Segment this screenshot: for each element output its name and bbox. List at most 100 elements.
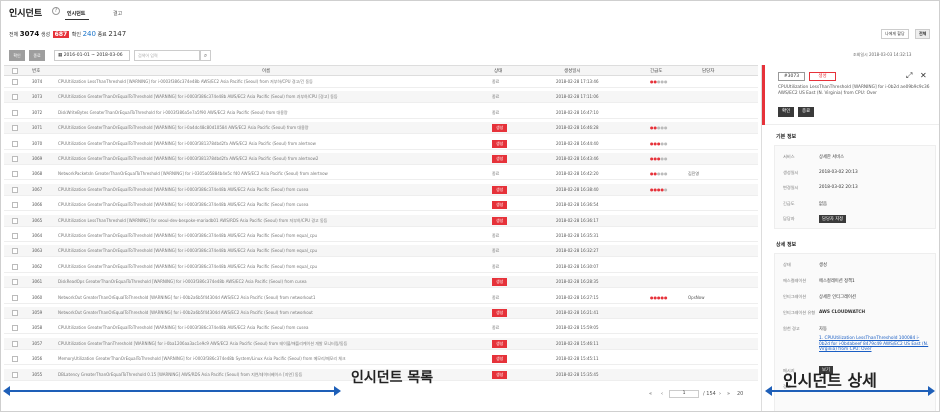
first-page-button[interactable]: « — [649, 391, 652, 397]
row-status: 생성 — [492, 185, 508, 194]
row-name[interactable]: DiskWriteBytes GreaterThanOrEqualToThres… — [58, 110, 458, 116]
row-name[interactable]: CPUUtilization GreaterThanOrEqualToThres… — [58, 202, 458, 207]
table-row[interactable]: 3059 NetworkOut GreaterThanOrEqualToThres… — [4, 307, 758, 319]
page-size-select[interactable]: 20 — [737, 391, 743, 397]
row-checkbox[interactable] — [12, 156, 18, 162]
list-annotation: 인시던트 목록 — [351, 370, 434, 386]
close-button[interactable]: 종료 — [29, 50, 45, 61]
row-name[interactable]: CPUUtilization GreaterThanOrEqualToThres… — [58, 264, 458, 269]
close-icon[interactable]: ✕ — [920, 71, 927, 80]
table-row[interactable]: 3067 CPUUtilization GreaterThanOrEqualToT… — [4, 183, 758, 196]
table-row[interactable]: 3065 CPUUtilization LessThanThreshold [WA… — [4, 214, 758, 227]
col-urgency[interactable]: 긴급도 — [650, 68, 662, 74]
page-input[interactable]: 1 — [669, 390, 699, 398]
row-name[interactable]: DiskReadOps GreaterThanOrEqualToThreshol… — [58, 279, 458, 284]
last-page-button[interactable]: » — [727, 391, 730, 397]
table-row[interactable]: 3062 CPUUtilization GreaterThanOrEqualToT… — [4, 261, 758, 273]
row-no: 3070 — [32, 140, 43, 146]
detail-ack-button[interactable]: 확인 — [778, 107, 795, 117]
date-range-picker[interactable]: ▦ 2016-01-01 ~ 2018-03-06 — [54, 50, 130, 61]
row-checkbox[interactable] — [12, 279, 18, 286]
select-all-checkbox[interactable] — [12, 68, 18, 74]
mine-toggle[interactable]: 나에게 할당 — [881, 29, 909, 39]
row-checkbox[interactable] — [12, 371, 18, 378]
table-row[interactable]: 3074 CPUUtilization LessThanThreshold [WA… — [4, 76, 758, 88]
row-created: 2018-02-28 16:42:20 — [556, 171, 599, 177]
row-checkbox[interactable] — [12, 140, 18, 147]
table-row[interactable]: 3068 NetworkPacketsIn GreaterThanOrEqualT… — [4, 168, 758, 181]
assign-button[interactable]: 담당자 지정 — [819, 215, 847, 223]
table-row[interactable]: 3069 CPUUtilization GreaterThanOrEqualToT… — [4, 153, 758, 165]
row-created: 2018-02-28 16:36:17 — [556, 217, 599, 223]
table-row[interactable]: 3064 CPUUtilization GreaterThanOrEqualToT… — [4, 230, 758, 242]
search-icon[interactable]: ⌕ — [200, 50, 211, 61]
table-row[interactable]: 3073 CPUUtilization GreaterThanOrEqualToT… — [4, 91, 758, 104]
table-row[interactable]: 3058 CPUUtilization GreaterThanOrEqualToT… — [4, 322, 758, 335]
row-name[interactable]: CPUUtilization GreaterThanOrEqualToThres… — [58, 94, 458, 100]
row-checkbox[interactable] — [12, 248, 18, 255]
basic-key: 변경일시 — [783, 185, 799, 190]
row-name[interactable]: CPUUtilization LessThanThreshold [WARNIN… — [58, 218, 458, 224]
urgency-dots: ●●●●● — [650, 294, 668, 300]
row-name[interactable]: CPUUtilization GreaterThanOrEqualToThres… — [58, 187, 458, 192]
row-name[interactable]: CPUUtilization GreaterThanOrEqualToThres… — [58, 248, 458, 253]
row-name[interactable]: CPUUtilization GreaterThanOrEqualToThres… — [58, 325, 458, 330]
table-row[interactable]: 3061 DiskReadOps GreaterThanOrEqualToThre… — [4, 276, 758, 289]
col-name[interactable]: 이름 — [262, 68, 270, 74]
search-input[interactable]: 검색어 입력 — [134, 50, 200, 61]
row-checkbox[interactable] — [12, 233, 18, 239]
row-checkbox[interactable] — [12, 109, 18, 116]
row-checkbox[interactable] — [12, 125, 18, 132]
tab-incidents[interactable]: 인시던트 — [67, 10, 85, 17]
row-name[interactable]: CPUUtilization GreaterThanOrEqualToThres… — [58, 233, 458, 238]
detail-close-button[interactable]: 종료 — [798, 107, 815, 117]
col-no[interactable]: 번호 — [32, 68, 40, 74]
row-checkbox[interactable] — [12, 202, 18, 209]
table-row[interactable]: 3066 CPUUtilization GreaterThanOrEqualToT… — [4, 199, 758, 212]
row-checkbox[interactable] — [12, 310, 18, 316]
all-toggle[interactable]: 전체 — [915, 29, 931, 39]
row-name[interactable]: NetworkOut GreaterThanOrEqualToThreshold… — [58, 310, 458, 315]
next-page-button[interactable]: › — [719, 391, 721, 397]
row-checkbox[interactable] — [12, 217, 18, 224]
source-alert-link[interactable]: 1. CPUUtilization LessThanThreshold 1000… — [819, 336, 929, 353]
row-checkbox[interactable] — [12, 186, 18, 193]
row-name[interactable]: CPUUtilization GreaterThanOrEqualToThres… — [58, 141, 458, 146]
row-checkbox[interactable] — [12, 94, 18, 101]
ack-button[interactable]: 확인 — [9, 50, 25, 61]
row-checkbox[interactable] — [12, 340, 18, 347]
table-row[interactable]: 3060 NetworkOut GreaterThanOrEqualToThres… — [4, 292, 758, 304]
col-assignee[interactable]: 담당자 — [702, 68, 714, 74]
row-status: 생성 — [492, 201, 508, 210]
col-status[interactable]: 상태 — [494, 68, 502, 74]
help-icon[interactable]: ? — [52, 7, 60, 15]
table-row[interactable]: 3056 MemoryUtilization GreaterThanOrEqual… — [4, 353, 758, 366]
table-header: 번호 이름 상태 생성일시 긴급도 담당자 — [4, 66, 758, 76]
row-checkbox[interactable] — [12, 325, 18, 332]
info-key: 에스컬레이션 — [783, 278, 807, 283]
row-no: 3066 — [32, 202, 43, 208]
row-name[interactable]: CPUUtilization GreaterThanOrEqualToThres… — [58, 156, 458, 161]
row-name[interactable]: CPUUtilization GreaterThanThreshold [WAR… — [58, 341, 458, 347]
row-name[interactable]: MemoryUtilization GreaterThanOrEqualToTh… — [58, 356, 458, 362]
table-row[interactable]: 3057 CPUUtilization GreaterThanThreshold … — [4, 337, 758, 350]
table-row[interactable]: 3072 DiskWriteBytes GreaterThanOrEqualToT… — [4, 107, 758, 119]
tab-alerts[interactable]: 결고 — [113, 10, 122, 17]
row-name[interactable]: NetworkOut GreaterThanOrEqualToThreshold… — [58, 295, 458, 300]
row-checkbox[interactable] — [12, 263, 18, 270]
row-name[interactable]: CPUUtilization LessThanThreshold [WARNIN… — [58, 79, 458, 85]
row-checkbox[interactable] — [12, 79, 18, 85]
col-created[interactable]: 생성일시 — [564, 68, 581, 74]
expand-icon[interactable]: ⤢ — [906, 71, 912, 81]
row-checkbox[interactable] — [12, 171, 18, 178]
table-row[interactable]: 3071 CPUUtilization GreaterThanOrEqualToT… — [4, 122, 758, 135]
table-row[interactable]: 3070 CPUUtilization GreaterThanOrEqualToT… — [4, 138, 758, 150]
row-name[interactable]: NetworkPacketsIn GreaterThanOrEqualToThr… — [58, 171, 458, 176]
status-color-bar — [762, 65, 765, 125]
row-checkbox[interactable] — [12, 356, 18, 363]
row-name[interactable]: CPUUtilization GreaterThanOrEqualToThres… — [58, 125, 458, 131]
table-row[interactable]: 3063 CPUUtilization GreaterThanOrEqualToT… — [4, 245, 758, 258]
row-checkbox[interactable] — [12, 294, 18, 301]
prev-page-button[interactable]: ‹ — [661, 391, 663, 397]
row-status: 생성 — [492, 355, 508, 364]
